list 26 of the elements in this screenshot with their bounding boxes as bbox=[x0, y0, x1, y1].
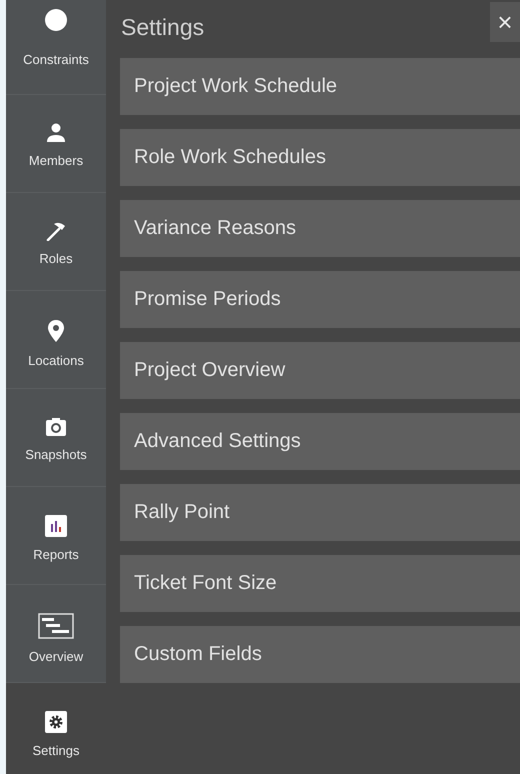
sidebar-item[interactable]: Reports bbox=[6, 487, 106, 585]
settings-menu-item[interactable]: Project Work Schedule bbox=[120, 58, 520, 115]
person-icon bbox=[46, 123, 66, 143]
settings-icon bbox=[45, 711, 67, 733]
settings-menu-item[interactable]: Rally Point bbox=[120, 484, 520, 541]
settings-menu-item[interactable]: Promise Periods bbox=[120, 271, 520, 328]
settings-menu-item[interactable]: Role Work Schedules bbox=[120, 129, 520, 186]
sidebar-item[interactable]: Snapshots bbox=[6, 389, 106, 487]
bar-chart-icon bbox=[45, 515, 67, 537]
settings-menu-item[interactable]: Project Overview bbox=[120, 342, 520, 399]
sidebar-item[interactable]: Constraints bbox=[6, 0, 106, 95]
camera-icon bbox=[45, 417, 67, 437]
hammer-icon bbox=[46, 221, 66, 241]
gantt-icon bbox=[38, 613, 74, 639]
circle-icon bbox=[44, 8, 68, 32]
close-button[interactable]: × bbox=[490, 2, 520, 42]
settings-menu-item[interactable]: Advanced Settings bbox=[120, 413, 520, 470]
sidebar-item[interactable]: Locations bbox=[6, 291, 106, 389]
sidebar-item[interactable]: Members bbox=[6, 95, 106, 193]
panel-title: Settings bbox=[120, 14, 204, 40]
sidebar-item[interactable]: Settings bbox=[6, 683, 106, 774]
settings-menu-item[interactable]: Ticket Font Size bbox=[120, 555, 520, 612]
settings-menu-item[interactable]: Custom Fields bbox=[120, 626, 520, 683]
settings-menu-item[interactable]: Variance Reasons bbox=[120, 200, 520, 257]
location-pin-icon bbox=[47, 319, 65, 343]
sidebar-item[interactable]: Roles bbox=[6, 193, 106, 291]
